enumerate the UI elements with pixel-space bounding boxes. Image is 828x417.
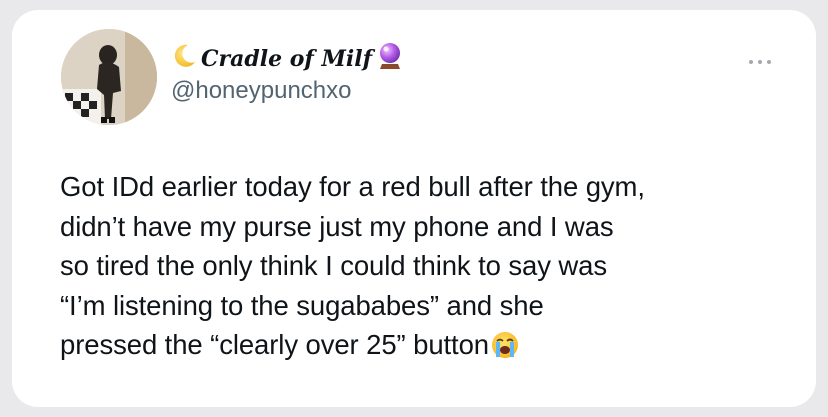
tweet-text-line: Got IDd earlier today for a red bull aft… xyxy=(60,171,645,202)
tweet-text-line: “I’m listening to the sugababes” and she xyxy=(60,289,544,321)
handle[interactable]: @honeypunchxo xyxy=(171,77,403,105)
tweet-text-line: didn’t have my purse just my phone and I… xyxy=(60,210,614,242)
more-dot xyxy=(749,60,753,64)
tweet-text-last-line-wrapper: pressed the “clearly over 25” button xyxy=(60,325,800,371)
loudly-crying-face-icon xyxy=(490,330,520,371)
tweet-text-line: so tired the only think I could think to… xyxy=(60,250,608,281)
tweet-card: Cradle of Milf @honeypunchxo Got IDd ear… xyxy=(12,10,816,407)
crystal-ball-icon xyxy=(377,42,403,76)
tweet-text-line: pressed the “clearly over 25” button xyxy=(60,329,489,360)
more-options-icon[interactable] xyxy=(740,52,780,72)
more-dot xyxy=(758,60,762,64)
display-name-text: Cradle of Milf xyxy=(201,46,373,72)
more-dot xyxy=(767,60,771,64)
tweet-text: Got IDd earlier today for a red bull aft… xyxy=(60,167,800,371)
avatar[interactable] xyxy=(61,29,157,125)
crescent-moon-icon xyxy=(171,43,197,75)
display-name[interactable]: Cradle of Milf xyxy=(171,42,403,76)
author-block: Cradle of Milf @honeypunchxo xyxy=(171,42,403,105)
